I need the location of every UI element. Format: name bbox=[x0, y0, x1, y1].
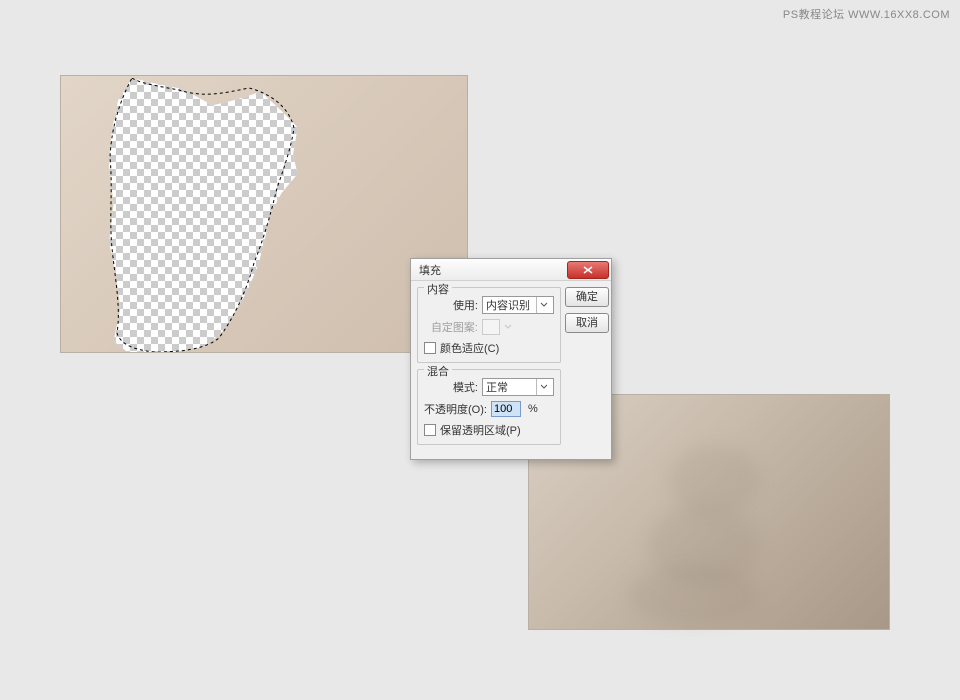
chevron-down-icon bbox=[536, 297, 550, 313]
preserve-transparency-label: 保留透明区域(P) bbox=[440, 422, 521, 438]
opacity-input[interactable] bbox=[491, 401, 521, 417]
color-adapt-checkbox[interactable] bbox=[424, 342, 436, 354]
use-label: 使用: bbox=[424, 297, 478, 313]
opacity-label: 不透明度(O): bbox=[424, 401, 487, 417]
blend-group: 混合 模式: 正常 不透明度(O): % bbox=[417, 369, 561, 445]
close-button[interactable] bbox=[567, 261, 609, 279]
mode-select[interactable]: 正常 bbox=[482, 378, 554, 396]
ok-button[interactable]: 确定 bbox=[565, 287, 609, 307]
opacity-percent: % bbox=[528, 403, 538, 415]
canvas-before-image bbox=[60, 75, 468, 353]
fill-dialog: 填充 内容 使用: 内容识别 自定图 bbox=[410, 258, 612, 460]
pattern-swatch bbox=[482, 319, 500, 335]
watermark-text: PS教程论坛 WWW.16XX8.COM bbox=[783, 6, 950, 22]
preserve-transparency-checkbox[interactable] bbox=[424, 424, 436, 436]
content-group: 内容 使用: 内容识别 自定图案: bbox=[417, 287, 561, 363]
dialog-body: 内容 使用: 内容识别 自定图案: bbox=[411, 281, 611, 459]
dialog-left-panel: 内容 使用: 内容识别 自定图案: bbox=[417, 287, 561, 451]
content-group-title: 内容 bbox=[424, 281, 452, 297]
blend-group-title: 混合 bbox=[424, 363, 452, 379]
dialog-titlebar[interactable]: 填充 bbox=[411, 259, 611, 281]
fill-artifact bbox=[669, 445, 759, 515]
close-icon bbox=[583, 266, 593, 274]
transparency-region bbox=[109, 78, 339, 352]
chevron-down-icon bbox=[536, 379, 550, 395]
use-select[interactable]: 内容识别 bbox=[482, 296, 554, 314]
dialog-title: 填充 bbox=[419, 262, 441, 278]
mode-select-value: 正常 bbox=[486, 379, 508, 395]
color-adapt-label: 颜色适应(C) bbox=[440, 340, 499, 356]
use-select-value: 内容识别 bbox=[486, 297, 530, 313]
pattern-dropdown-arrow bbox=[504, 321, 512, 333]
transparency-checker bbox=[109, 78, 339, 352]
pattern-label: 自定图案: bbox=[424, 319, 478, 335]
fill-artifact bbox=[629, 565, 759, 625]
dialog-buttons: 确定 取消 bbox=[561, 287, 605, 451]
cancel-button[interactable]: 取消 bbox=[565, 313, 609, 333]
mode-label: 模式: bbox=[424, 379, 478, 395]
